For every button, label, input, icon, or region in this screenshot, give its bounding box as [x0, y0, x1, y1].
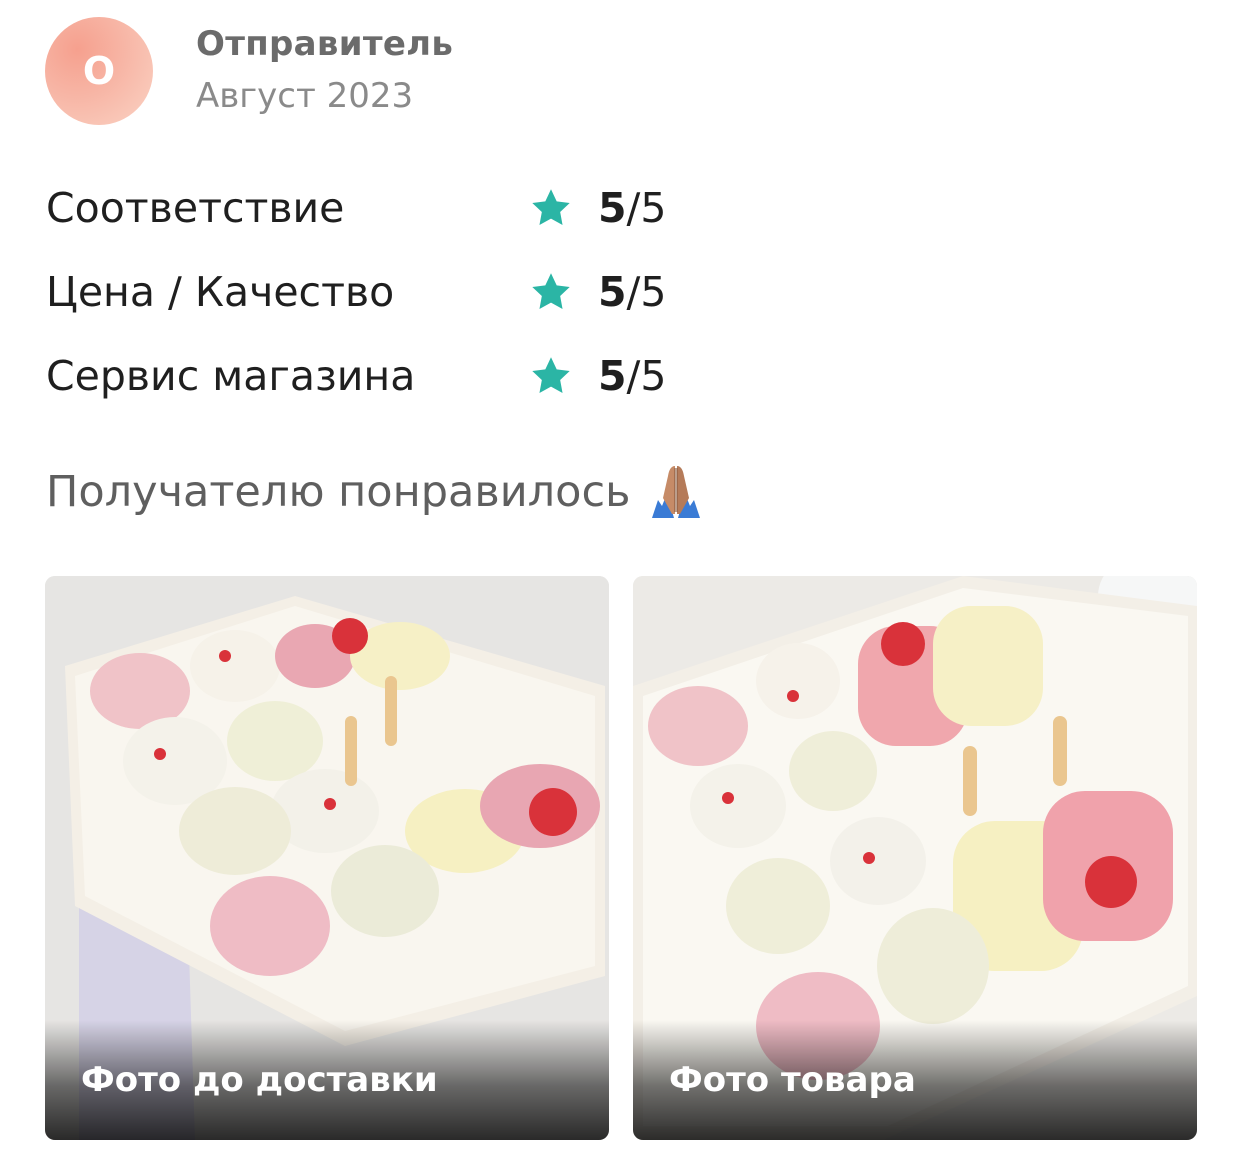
ratings-list: Соответствие 5/5 Цена / Качество 5/5 Сер…: [46, 166, 746, 418]
rating-score: 5/5: [598, 352, 667, 400]
photo-caption: Фото товара: [669, 1060, 916, 1100]
star-icon: [532, 273, 570, 310]
photo-before-delivery[interactable]: Фото до доставки: [45, 576, 609, 1140]
comment-text: Получателю понравилось: [46, 467, 631, 517]
star-icon: [532, 357, 570, 394]
rating-row-store-service: Сервис магазина 5/5: [46, 334, 746, 418]
photo-caption: Фото до доставки: [81, 1060, 438, 1100]
author-name: Отправитель: [196, 24, 454, 64]
rating-score: 5/5: [598, 268, 667, 316]
rating-label: Соответствие: [46, 184, 345, 232]
rating-label: Сервис магазина: [46, 352, 416, 400]
folded-hands-icon: [652, 466, 701, 518]
author-block: Отправитель Август 2023: [196, 21, 453, 121]
review-header: О Отправитель Август 2023: [45, 17, 453, 125]
review-date: Август 2023: [196, 76, 414, 116]
rating-label: Цена / Качество: [46, 268, 395, 316]
avatar-initial: О: [82, 49, 116, 93]
photo-product[interactable]: Фото товара: [633, 576, 1197, 1140]
avatar: О: [45, 17, 153, 125]
rating-row-price-quality: Цена / Качество 5/5: [46, 250, 746, 334]
rating-score: 5/5: [598, 184, 667, 232]
review-comment: Получателю понравилось: [46, 460, 708, 524]
rating-row-match: Соответствие 5/5: [46, 166, 746, 250]
star-icon: [532, 189, 570, 226]
